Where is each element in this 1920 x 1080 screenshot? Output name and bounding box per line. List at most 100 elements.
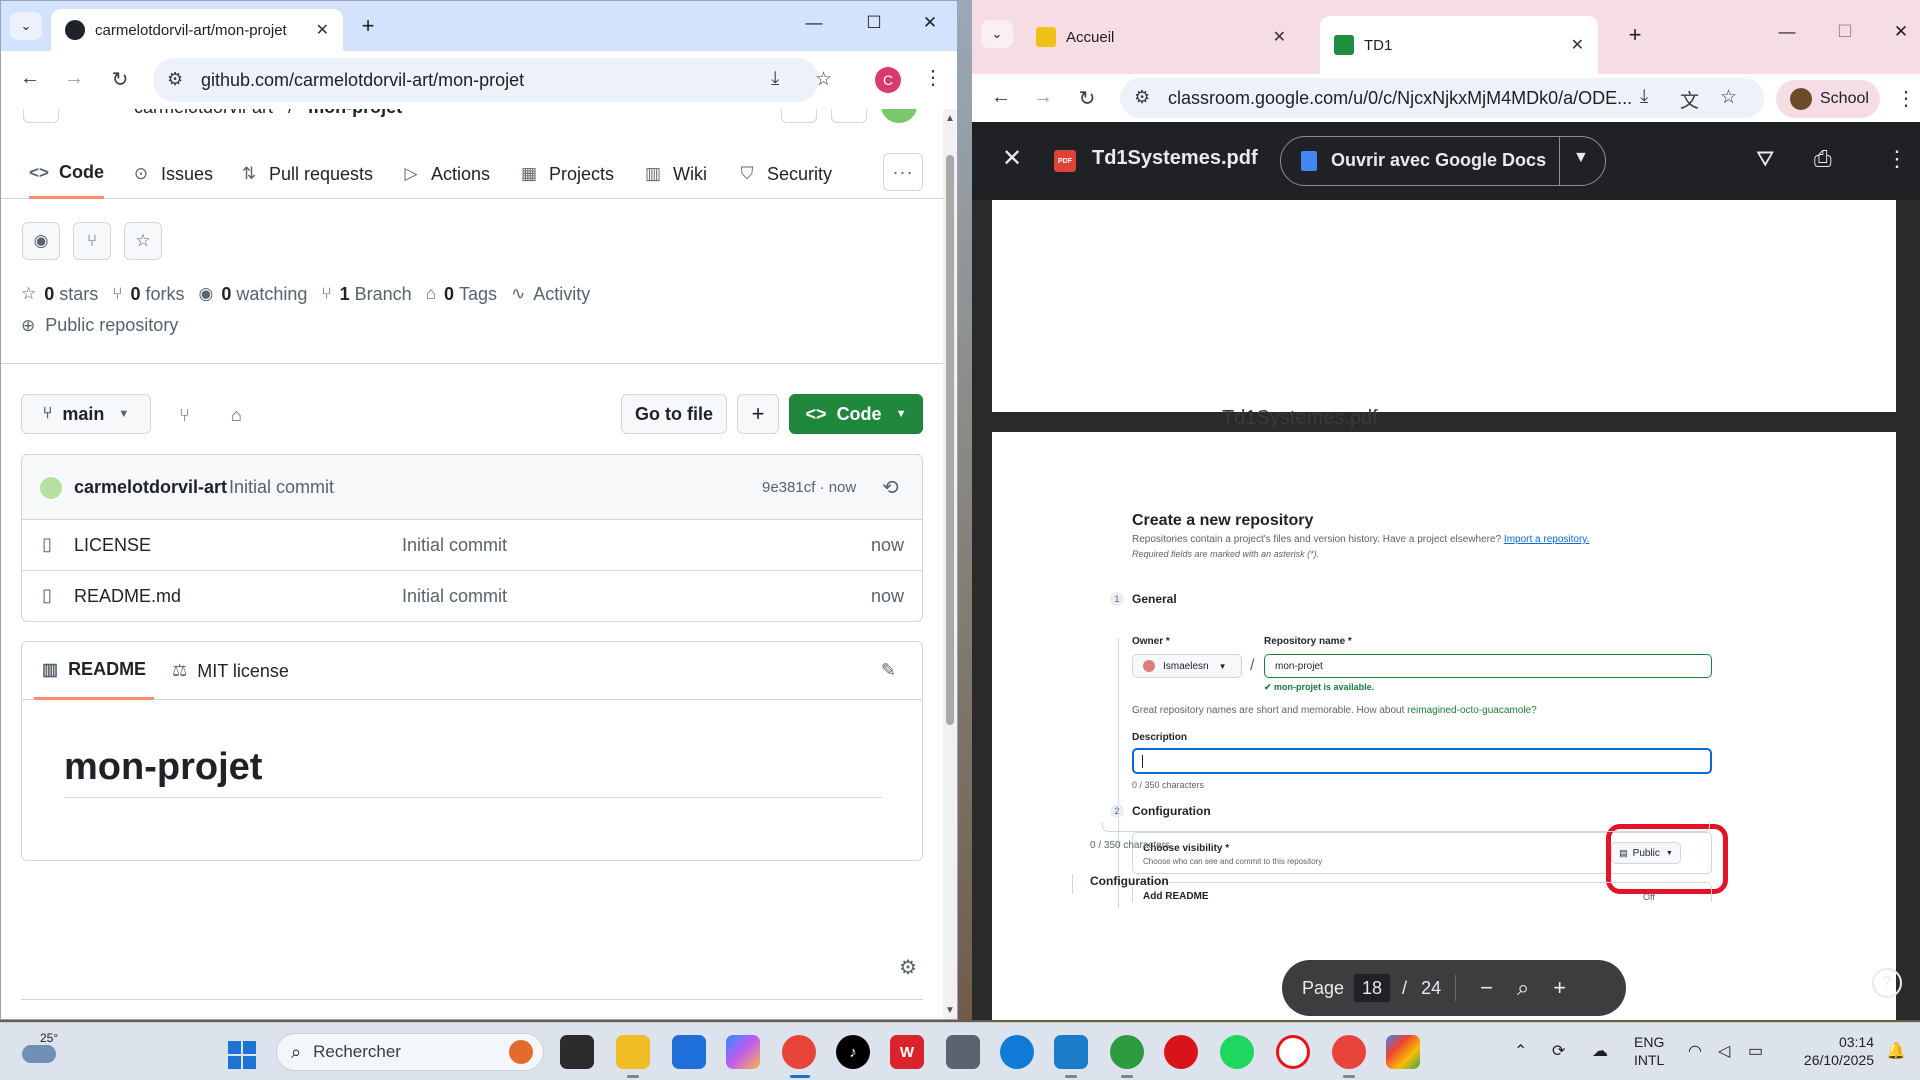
hamburger-menu-button[interactable] <box>23 109 59 123</box>
profile-chip[interactable]: School <box>1776 80 1880 118</box>
tab-search-button[interactable]: ⌄ <box>981 20 1013 48</box>
table-row[interactable]: ▯ README.md Initial commit now <box>22 571 922 621</box>
reload-button[interactable]: ↻ <box>1074 86 1100 111</box>
commit-message[interactable]: Initial commit <box>229 477 334 498</box>
tab-wiki[interactable]: ▥ Wiki <box>643 149 707 199</box>
tab-actions[interactable]: ▷ Actions <box>401 149 490 199</box>
stat-stars[interactable]: ☆ 0 stars <box>21 284 98 305</box>
commit-author[interactable]: carmelotdorvil-art <box>74 477 227 498</box>
new-tab-button[interactable]: + <box>1622 22 1648 48</box>
utorrent-icon[interactable] <box>1110 1035 1144 1069</box>
go-to-file-button[interactable]: Go to file <box>621 394 727 434</box>
stat-branch[interactable]: ⑂ 1 Branch <box>321 284 411 305</box>
tab-security[interactable]: ⛉ Security <box>737 149 832 199</box>
site-info-icon[interactable]: ⚙ <box>1134 87 1150 108</box>
install-app-icon[interactable]: ⤓ <box>771 68 779 90</box>
close-tab-icon[interactable]: ✕ <box>1571 35 1584 55</box>
scroll-down-arrow[interactable]: ▼ <box>945 1005 955 1016</box>
file-name[interactable]: README.md <box>74 586 181 607</box>
clock[interactable]: 03:14 26/10/2025 <box>1788 1033 1874 1069</box>
browser-menu-icon[interactable]: ⋮ <box>923 65 943 90</box>
profile-avatar[interactable]: C <box>875 67 901 93</box>
table-row[interactable]: ▯ LICENSE Initial commit now <box>22 520 922 571</box>
battery-icon[interactable]: ▭ <box>1748 1041 1763 1061</box>
help-button[interactable]: ? <box>1872 968 1902 998</box>
microsoft-store-icon[interactable] <box>672 1035 706 1069</box>
site-info-icon[interactable]: ⚙ <box>167 69 183 90</box>
maximize-button[interactable]: ☐ <box>1830 22 1860 42</box>
copilot-icon[interactable] <box>726 1035 760 1069</box>
user-avatar[interactable] <box>881 109 917 123</box>
stat-activity[interactable]: ∿ Activity <box>511 284 590 305</box>
address-bar[interactable]: ⚙ github.com/carmelotdorvil-art/mon-proj… <box>153 58 832 102</box>
tiktok-icon[interactable]: ♪ <box>836 1035 870 1069</box>
back-button[interactable]: ← <box>17 67 43 90</box>
minimize-button[interactable]: — <box>799 13 829 33</box>
wifi-icon[interactable]: ◠ <box>1688 1041 1702 1061</box>
cloud-icon[interactable]: ☁ <box>1592 1041 1608 1061</box>
zoom-out-button[interactable]: − <box>1480 975 1493 1001</box>
tab-code[interactable]: <> Code <box>29 149 104 199</box>
close-window-button[interactable]: ✕ <box>1886 22 1916 42</box>
file-commit-message[interactable]: Initial commit <box>402 586 507 607</box>
star-button[interactable]: ☆ <box>124 222 162 260</box>
edit-pencil-icon[interactable]: ✎ <box>881 660 896 681</box>
search-button[interactable] <box>781 109 817 123</box>
tab-license[interactable]: ⚖ MIT license <box>172 642 289 700</box>
close-tab-icon[interactable]: ✕ <box>1273 27 1286 47</box>
input-language[interactable]: ENG INTL <box>1634 1033 1664 1069</box>
spotify-icon[interactable] <box>1220 1035 1254 1069</box>
vscode-icon[interactable] <box>1054 1035 1088 1069</box>
wps-office-icon[interactable]: W <box>890 1035 924 1069</box>
start-button[interactable] <box>228 1041 256 1069</box>
close-icon[interactable]: ✕ <box>1002 144 1022 173</box>
avatar[interactable] <box>38 475 64 501</box>
edge-icon[interactable] <box>1000 1035 1034 1069</box>
tab-github[interactable]: carmelotdorvil-art/mon-projet ✕ <box>51 9 343 51</box>
scrollbar[interactable]: ▲ ▼ <box>943 109 957 1019</box>
stat-watching[interactable]: ◉ 0 watching <box>199 284 308 305</box>
scroll-thumb[interactable] <box>946 155 954 725</box>
breadcrumb-repo[interactable]: mon-projet <box>308 109 402 117</box>
open-with-button[interactable]: Ouvrir avec Google Docs ▼ <box>1280 136 1606 186</box>
forward-button[interactable]: → <box>1030 86 1056 109</box>
new-tab-button[interactable]: + <box>355 13 381 39</box>
tab-issues[interactable]: ⊙ Issues <box>131 149 213 199</box>
show-hidden-icons-chevron[interactable]: ⌃ <box>1514 1041 1527 1061</box>
more-tabs-button[interactable]: ··· <box>883 153 923 191</box>
history-icon[interactable]: ⟲ <box>882 475 899 500</box>
stat-tags[interactable]: ⌂ 0 Tags <box>426 284 497 305</box>
file-commit-message[interactable]: Initial commit <box>402 535 507 556</box>
task-view-icon[interactable] <box>560 1035 594 1069</box>
opera-icon[interactable] <box>1164 1035 1198 1069</box>
weather-widget[interactable]: 25° <box>22 1031 66 1071</box>
address-bar[interactable]: ⚙ classroom.google.com/u/0/c/NjcxNjkxMjM… <box>1120 78 1764 118</box>
add-file-button[interactable]: + <box>737 394 779 434</box>
file-explorer-icon[interactable] <box>616 1035 650 1069</box>
more-options-icon[interactable]: ⋮ <box>1886 146 1908 172</box>
print-icon[interactable]: ⎙ <box>1814 146 1832 172</box>
tab-accueil[interactable]: Accueil ✕ <box>1022 16 1300 58</box>
open-with-google-docs[interactable]: Ouvrir avec Google Docs <box>1301 150 1546 171</box>
add-to-drive-icon[interactable]: ⛛ <box>1756 146 1774 172</box>
browser-menu-icon[interactable]: ⋮ <box>1896 86 1916 111</box>
fork-button[interactable]: ⑂ <box>73 222 111 260</box>
chrome-icon[interactable] <box>782 1035 816 1069</box>
opera-gx-icon[interactable] <box>1276 1035 1310 1069</box>
branch-select-button[interactable]: ⑂ main ▼ <box>21 394 151 434</box>
current-page-input[interactable]: 18 <box>1354 974 1391 1002</box>
tab-pull-requests[interactable]: ⇅ Pull requests <box>239 149 373 199</box>
scroll-up-arrow[interactable]: ▲ <box>945 113 955 124</box>
bookmark-star-icon[interactable]: ☆ <box>815 68 832 91</box>
gear-icon[interactable]: ⚙ <box>899 955 917 980</box>
breadcrumb-owner[interactable]: carmelotdorvil-art <box>134 109 273 117</box>
download-icon[interactable]: ⤓ <box>1640 86 1648 108</box>
bookmark-star-icon[interactable]: ☆ <box>1720 86 1737 109</box>
tab-readme[interactable]: ▥ README <box>34 642 155 700</box>
zoom-in-button[interactable]: + <box>1553 975 1566 1001</box>
chrome-profile-icon[interactable] <box>1332 1035 1366 1069</box>
reload-button[interactable]: ↻ <box>107 67 133 92</box>
gemini-icon[interactable] <box>1386 1035 1420 1069</box>
back-button[interactable]: ← <box>988 86 1014 109</box>
sync-icon[interactable]: ⟳ <box>1552 1041 1565 1061</box>
